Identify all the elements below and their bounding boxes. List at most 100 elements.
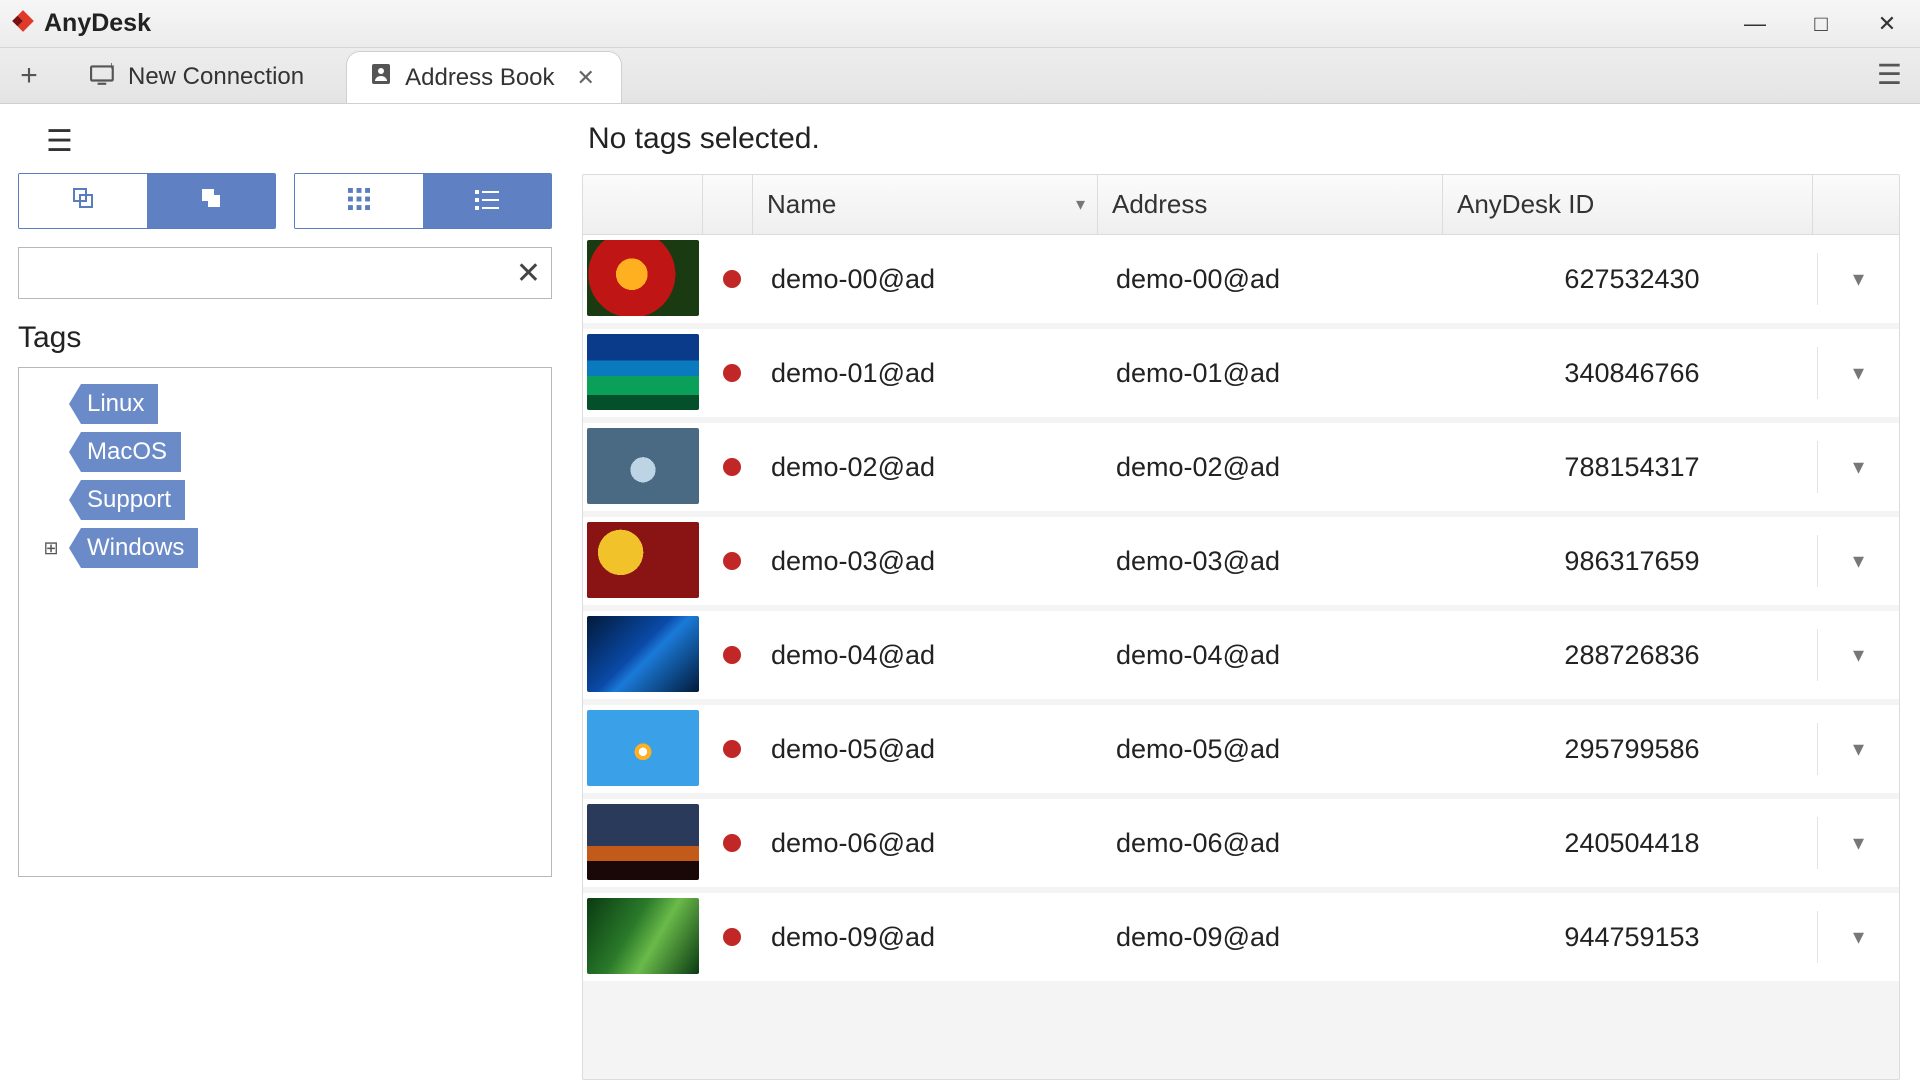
row-actions-button[interactable]: ▾ [1853,454,1864,480]
row-actions-button[interactable]: ▾ [1853,548,1864,574]
list-icon [475,186,499,217]
table-row[interactable]: demo-03@addemo-03@ad986317659▾ [583,517,1899,611]
tag-filter-box: ✕ [18,247,552,299]
table-row[interactable]: demo-09@addemo-09@ad944759153▾ [583,893,1899,987]
table-row[interactable]: demo-00@addemo-00@ad627532430▾ [583,235,1899,329]
table-row[interactable]: demo-01@addemo-01@ad340846766▾ [583,329,1899,423]
window-maximize-button[interactable]: □ [1788,0,1854,48]
entry-thumbnail [587,428,707,506]
entry-address: demo-00@ad [1102,264,1447,295]
expand-icon[interactable]: ⊞ [41,538,61,559]
tab-address-book[interactable]: Address Book ✕ [346,51,622,103]
status-cell [707,740,757,758]
clear-filter-button[interactable]: ✕ [516,256,541,291]
table-row[interactable]: demo-02@addemo-02@ad788154317▾ [583,423,1899,517]
filter-online-button[interactable] [147,174,275,228]
tag-chip: Linux [69,384,158,424]
tab-close-button[interactable]: ✕ [577,65,595,91]
table-row[interactable]: demo-05@addemo-05@ad295799586▾ [583,705,1899,799]
row-actions-button[interactable]: ▾ [1853,360,1864,386]
tag-item[interactable]: ⊞ Windows [41,528,541,568]
entry-thumbnail [587,522,707,600]
entry-name: demo-05@ad [757,734,1102,765]
table-row[interactable]: demo-04@addemo-04@ad288726836▾ [583,611,1899,705]
sidebar: ☰ ✕ Tags [0,104,570,1080]
row-actions-button[interactable]: ▾ [1853,266,1864,292]
selection-heading: No tags selected. [588,122,1900,156]
entry-name: demo-06@ad [757,828,1102,859]
entry-thumbnail [587,240,707,318]
tags-heading: Tags [18,321,552,355]
entry-anydesk-id: 295799586 [1447,734,1817,765]
status-offline-icon [723,552,741,570]
app-logo-icon [10,8,36,39]
status-cell [707,270,757,288]
status-cell [707,552,757,570]
entry-thumbnail [587,898,707,976]
table-row[interactable]: demo-06@addemo-06@ad240504418▾ [583,799,1899,893]
svg-text:+: + [108,63,114,73]
tab-label: Address Book [405,64,554,92]
grid-icon [348,186,370,217]
app-menu-button[interactable]: ☰ [1877,58,1902,91]
view-grid-button[interactable] [295,174,423,228]
entry-address: demo-09@ad [1102,922,1447,953]
entry-name: demo-03@ad [757,546,1102,577]
entry-address: demo-05@ad [1102,734,1447,765]
row-actions-button[interactable]: ▾ [1853,642,1864,668]
entry-thumbnail [587,334,707,412]
entry-address: demo-04@ad [1102,640,1447,671]
filter-all-button[interactable] [19,174,147,228]
entry-name: demo-02@ad [757,452,1102,483]
tag-chip: Windows [69,528,198,568]
tab-strip: + + New Connection Address Book ✕ ☰ [0,48,1920,104]
window-close-button[interactable]: ✕ [1854,0,1920,48]
status-offline-icon [723,834,741,852]
grid-header: Name▾ Address AnyDesk ID [583,175,1899,235]
entry-name: demo-09@ad [757,922,1102,953]
entry-address: demo-01@ad [1102,358,1447,389]
entry-anydesk-id: 944759153 [1447,922,1817,953]
status-offline-icon [723,928,741,946]
view-mode-toggle [294,173,552,229]
tag-item[interactable]: Linux [41,384,541,424]
entry-name: demo-01@ad [757,358,1102,389]
window-minimize-button[interactable]: — [1722,0,1788,48]
tab-new-connection[interactable]: + New Connection [68,51,330,103]
entry-name: demo-00@ad [757,264,1102,295]
entry-address: demo-03@ad [1102,546,1447,577]
status-cell [707,928,757,946]
overlap-squares-filled-icon [199,186,223,217]
entry-thumbnail [587,804,707,882]
entry-address: demo-06@ad [1102,828,1447,859]
sort-caret-icon: ▾ [1076,194,1085,215]
row-actions-button[interactable]: ▾ [1853,924,1864,950]
row-actions-button[interactable]: ▾ [1853,736,1864,762]
entry-address: demo-02@ad [1102,452,1447,483]
sidebar-menu-button[interactable]: ☰ [46,124,552,159]
tab-label: New Connection [128,63,304,91]
status-offline-icon [723,364,741,382]
entry-thumbnail [587,710,707,788]
status-cell [707,834,757,852]
new-tab-button[interactable]: + [6,53,52,99]
tag-filter-input[interactable] [29,260,516,286]
entry-name: demo-04@ad [757,640,1102,671]
overlap-squares-icon [71,186,95,217]
column-header-address[interactable]: Address [1098,175,1443,234]
row-actions-button[interactable]: ▾ [1853,830,1864,856]
status-offline-icon [723,458,741,476]
tag-chip: MacOS [69,432,181,472]
tag-item[interactable]: MacOS [41,432,541,472]
tags-tree: Linux MacOS Support ⊞ Windows [18,367,552,877]
entry-anydesk-id: 788154317 [1447,452,1817,483]
entry-thumbnail [587,616,707,694]
entry-anydesk-id: 627532430 [1447,264,1817,295]
monitor-plus-icon: + [90,63,116,92]
column-header-anydesk-id[interactable]: AnyDesk ID [1443,175,1813,234]
address-book-icon [369,62,393,93]
view-list-button[interactable] [423,174,551,228]
tag-item[interactable]: Support [41,480,541,520]
app-title: AnyDesk [44,9,151,38]
column-header-name[interactable]: Name▾ [753,175,1098,234]
